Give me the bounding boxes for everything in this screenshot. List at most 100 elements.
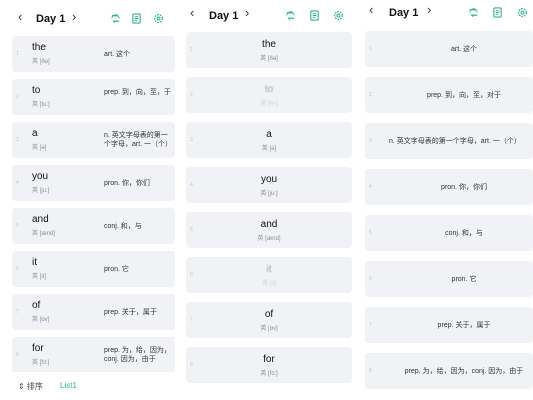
phonetic-text: 英 [ænd] — [32, 231, 56, 237]
phonetic-text: 英 [ə] — [261, 146, 277, 152]
word-card[interactable]: 6 it 英 [it] — [186, 257, 352, 293]
word-text: the — [32, 42, 46, 53]
meaning-text: prep. 为，给，因为，conj. 因为，由于 — [104, 347, 171, 363]
word-text: a — [266, 129, 272, 140]
day-title: Day 1 — [209, 10, 239, 22]
phonetic-text: 英 [ðə] — [260, 56, 278, 62]
phonetic-text: 英 [fɔ:] — [32, 360, 50, 366]
chevron-right-icon[interactable]: › — [72, 9, 76, 24]
meaning-card[interactable]: 5 conj. 和，与 — [365, 215, 533, 251]
sort-button[interactable]: ⇕ 排序 — [18, 381, 43, 392]
meaning-text: conj. 和，与 — [445, 230, 483, 237]
word-card[interactable]: 3 a 英 [ə] n. 英文字母表的第一个字母，art. 一（个） — [12, 122, 175, 158]
row-number: 8 — [190, 362, 193, 368]
phonetic-text: 英 [ɒv] — [32, 317, 50, 323]
panel-word-and-meaning: ‹ Day 1 › 1 the 英 [ðə] art. 这个 2 to 英 [t… — [0, 0, 178, 400]
word-card[interactable]: 7 of 英 [ɒv] prep. 关于，属于 — [12, 294, 175, 330]
word-text: a — [32, 128, 38, 139]
word-card[interactable]: 4 you 英 [ju:] pron. 你，你们 — [12, 165, 175, 201]
phonetic-text: 英 [ju:] — [260, 191, 278, 197]
word-card[interactable]: 7 of 英 [ɒv] — [186, 302, 352, 338]
row-number: 5 — [190, 227, 193, 233]
meaning-card[interactable]: 2 prep. 到，向，至，对于 — [365, 77, 533, 113]
phonetic-text: 英 [ænd] — [257, 236, 281, 242]
row-number: 4 — [16, 180, 19, 186]
meaning-text: prep. 到，向，至，于 — [104, 89, 171, 96]
word-card[interactable]: 5 and 英 [ænd] conj. 和，与 — [12, 208, 175, 244]
word-card[interactable]: 3 a 英 [ə] — [186, 122, 352, 158]
list-tab[interactable]: List1 — [60, 381, 77, 390]
meaning-card[interactable]: 8 prep. 为，给，因为，conj. 因为，由于 — [365, 353, 533, 389]
settings-icon[interactable] — [333, 10, 344, 21]
row-number: 8 — [16, 352, 19, 358]
meaning-card[interactable]: 7 prep. 关于，属于 — [365, 307, 533, 343]
phonetic-text: 英 [ə] — [32, 145, 47, 151]
word-text: you — [32, 171, 49, 182]
phonetic-text: 英 [tu:] — [260, 101, 278, 107]
meaning-card[interactable]: 1 art. 这个 — [365, 31, 533, 67]
row-number: 3 — [16, 137, 19, 143]
row-number: 7 — [16, 309, 19, 315]
meaning-text: n. 英文字母表的第一个字母，art. 一（个） — [104, 132, 173, 148]
settings-icon[interactable] — [517, 7, 528, 18]
row-number: 4 — [190, 182, 193, 188]
chevron-left-icon[interactable]: ‹ — [190, 5, 194, 20]
word-text: of — [264, 309, 274, 320]
word-card[interactable]: 5 and 英 [ænd] — [186, 212, 352, 248]
word-card[interactable]: 2 to 英 [tu:] prep. 到，向，至，于 — [12, 79, 175, 115]
row-number: 6 — [190, 272, 193, 278]
header: ‹ Day 1 › — [0, 0, 178, 32]
row-number: 5 — [16, 223, 19, 229]
shuffle-icon[interactable] — [110, 13, 121, 24]
row-number: 3 — [190, 137, 193, 143]
bottom-bar: ⇕ 排序 List1 — [0, 372, 178, 400]
meaning-card[interactable]: 4 pron. 你，你们 — [365, 169, 533, 205]
chevron-left-icon[interactable]: ‹ — [369, 2, 373, 17]
meaning-text: n. 英文字母表的第一个字母，art. 一（个） — [389, 138, 521, 145]
row-number: 6 — [16, 266, 19, 272]
word-card[interactable]: 8 for 英 [fɔ:] prep. 为，给，因为，conj. 因为，由于 — [12, 337, 175, 373]
word-text: it — [266, 264, 272, 275]
shuffle-icon[interactable] — [285, 10, 296, 21]
row-number: 2 — [16, 94, 19, 100]
word-text: of — [32, 300, 41, 311]
word-text: for — [263, 354, 275, 365]
phonetic-text: 英 [tu:] — [32, 102, 50, 108]
meaning-text: prep. 到，向，至，对于 — [427, 92, 501, 99]
word-card[interactable]: 2 to 英 [tu:] — [186, 77, 352, 113]
phonetic-text: 英 [ɒv] — [260, 326, 278, 332]
panel-meanings-only: ‹ Day 1 › 1 art. 这个 2 prep. 到，向，至，对于 3 n… — [362, 0, 533, 400]
meaning-text: pron. 你，你们 — [441, 184, 487, 191]
phonetic-text: 英 [ðə] — [32, 59, 50, 65]
meaning-text: art. 这个 — [450, 46, 478, 53]
meaning-card[interactable]: 3 n. 英文字母表的第一个字母，art. 一（个） — [365, 123, 533, 159]
word-card[interactable]: 1 the 英 [ðə] — [186, 32, 352, 68]
panel-words-only: ‹ Day 1 › 1 the 英 [ðə] 2 to 英 [tu:] 3 a … — [182, 0, 354, 400]
word-text: and — [32, 214, 49, 225]
shuffle-icon[interactable] — [468, 7, 479, 18]
word-card[interactable]: 4 you 英 [ju:] — [186, 167, 352, 203]
chevron-right-icon[interactable]: › — [245, 5, 249, 20]
word-card[interactable]: 1 the 英 [ðə] art. 这个 — [12, 36, 175, 72]
meaning-text: conj. 和，与 — [104, 223, 142, 230]
phonetic-text: 英 [fɔ:] — [260, 371, 278, 377]
meaning-text: pron. 它 — [451, 276, 477, 283]
word-text: to — [32, 85, 41, 96]
settings-icon[interactable] — [153, 13, 164, 24]
chevron-right-icon[interactable]: › — [427, 2, 431, 17]
word-card[interactable]: 8 for 英 [fɔ:] — [186, 347, 352, 383]
row-number: 1 — [16, 51, 19, 57]
meaning-card[interactable]: 6 pron. 它 — [365, 261, 533, 297]
book-icon[interactable] — [309, 10, 320, 21]
row-number: 2 — [190, 92, 193, 98]
book-icon[interactable] — [492, 7, 503, 18]
phonetic-text: 英 [ju:] — [32, 188, 50, 194]
meaning-text: art. 这个 — [104, 51, 131, 58]
chevron-left-icon[interactable]: ‹ — [18, 9, 22, 24]
book-icon[interactable] — [131, 13, 142, 24]
meaning-text: prep. 关于，属于 — [104, 309, 157, 316]
word-text: you — [260, 174, 278, 185]
phonetic-text: 英 [it] — [32, 274, 47, 280]
word-card[interactable]: 6 it 英 [it] pron. 它 — [12, 251, 175, 287]
word-text: to — [264, 84, 274, 95]
